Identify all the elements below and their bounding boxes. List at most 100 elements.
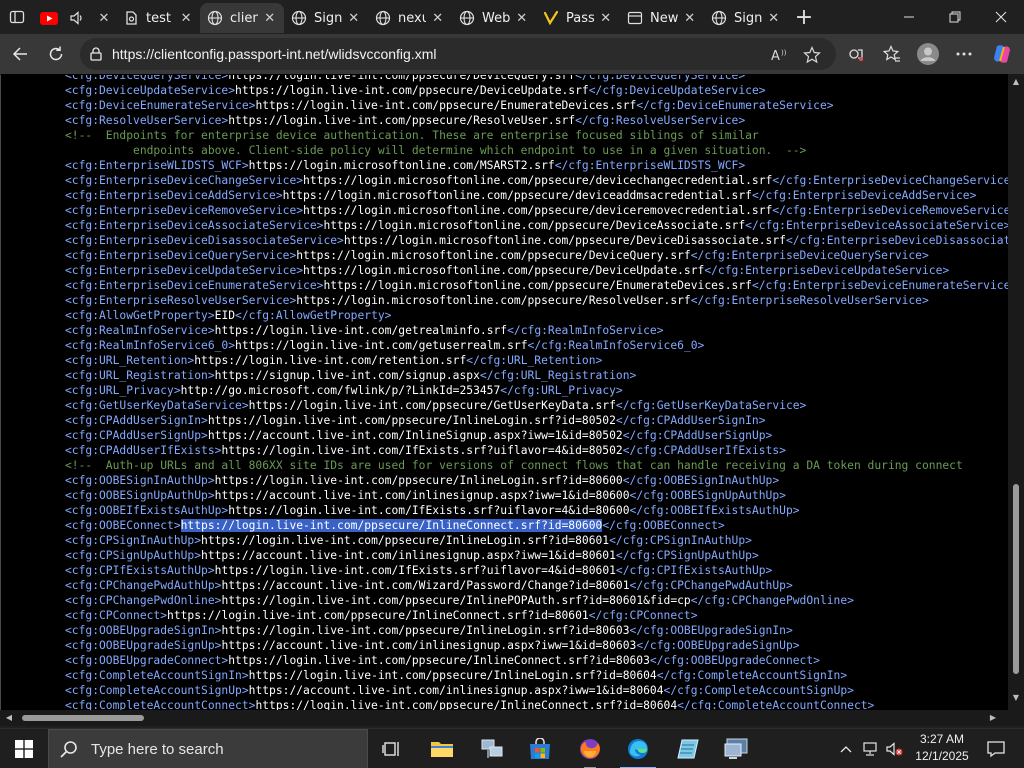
xml-line[interactable]: <cfg:EnterpriseDeviceEnumerateService>ht… — [65, 278, 1024, 293]
xml-line[interactable]: <cfg:URL_Retention>https://login.live-in… — [65, 353, 1024, 368]
file-explorer-icon[interactable] — [418, 729, 466, 768]
xml-line[interactable]: <cfg:EnterpriseDeviceChangeService>https… — [65, 173, 1024, 188]
tab-test[interactable]: test ✕ — [116, 3, 200, 33]
close-window-button[interactable] — [978, 0, 1024, 34]
edge-icon[interactable] — [614, 729, 662, 768]
xml-line[interactable]: <cfg:EnterpriseDeviceAddService>https://… — [65, 188, 1024, 203]
tab-close-icon[interactable]: ✕ — [766, 9, 783, 27]
favorites-icon[interactable] — [876, 38, 908, 70]
scroll-right-icon[interactable]: ▶ — [988, 713, 998, 723]
xml-line[interactable]: <cfg:OOBESignInAuthUp>https://login.live… — [65, 473, 1024, 488]
taskbar-search-box[interactable]: Type here to search — [48, 729, 368, 768]
tab-close-icon[interactable]: ✕ — [682, 9, 699, 27]
tab-web[interactable]: Web ✕ — [452, 3, 536, 33]
xml-line[interactable]: <cfg:URL_Registration>https://signup.liv… — [65, 368, 1024, 383]
tab-passport[interactable]: Passp ✕ — [536, 3, 620, 33]
notification-center-icon[interactable] — [976, 729, 1016, 768]
firefox-icon[interactable] — [566, 729, 614, 768]
tab-close-icon[interactable]: ✕ — [430, 9, 447, 27]
xml-line[interactable]: <cfg:CPAddUserSignIn>https://login.live-… — [65, 413, 1024, 428]
profile-avatar-icon[interactable] — [912, 38, 944, 70]
xml-line[interactable]: <cfg:OOBEConnect>https://login.live-int.… — [65, 518, 1024, 533]
xml-line[interactable]: <cfg:EnterpriseDeviceRemoveService>https… — [65, 203, 1024, 218]
horizontal-scroll-thumb[interactable] — [22, 715, 144, 721]
xml-line[interactable]: <cfg:RealmInfoService6_0>https://login.l… — [65, 338, 1024, 353]
store-icon[interactable] — [516, 729, 564, 768]
tab-youtube[interactable]: ✕ — [34, 3, 116, 33]
xml-line[interactable]: <cfg:OOBEUpgradeSignIn>https://login.liv… — [65, 623, 1024, 638]
xml-line[interactable]: <cfg:EnterpriseDeviceQueryService>https:… — [65, 248, 1024, 263]
tab-close-icon[interactable]: ✕ — [178, 9, 194, 27]
speaker-muted-icon[interactable] — [68, 9, 86, 27]
minimize-button[interactable] — [886, 0, 932, 34]
tab-sign-2[interactable]: Sign ✕ — [704, 3, 788, 33]
scroll-up-icon[interactable]: ▲ — [1011, 77, 1021, 87]
scroll-down-icon[interactable]: ▼ — [1011, 693, 1021, 703]
tab-clientconfig[interactable]: clien ✕ — [200, 3, 284, 33]
xml-line[interactable]: <cfg:CPAddUserSignUp>https://account.liv… — [65, 428, 1024, 443]
system-clock[interactable]: 3:27 AM 12/1/2025 — [900, 731, 984, 765]
xml-line[interactable]: <cfg:CPAddUserIfExists>https://login.liv… — [65, 443, 1024, 458]
xml-line[interactable]: <cfg:OOBEUpgradeSignUp>https://account.l… — [65, 638, 1024, 653]
task-view-icon[interactable] — [368, 729, 416, 768]
xml-line[interactable]: <cfg:CPConnect>https://login.live-int.co… — [65, 608, 1024, 623]
xml-line[interactable]: <!-- Auth-up URLs and all 806XX site IDs… — [65, 458, 1024, 473]
refresh-button[interactable] — [38, 36, 74, 72]
tab-nexus[interactable]: nexu ✕ — [368, 3, 452, 33]
xml-line[interactable]: <cfg:EnterpriseWLIDSTS_WCF>https://login… — [65, 158, 1024, 173]
xml-line[interactable]: <cfg:AllowGetProperty>EID</cfg:AllowGetP… — [65, 308, 1024, 323]
xml-line[interactable]: <cfg:CPChangePwdOnline>https://login.liv… — [65, 593, 1024, 608]
address-url[interactable]: https://clientconfig.passport-int.net/wl… — [112, 46, 436, 62]
site-info-icon[interactable] — [80, 46, 112, 62]
xml-line[interactable]: <cfg:CPChangePwdAuthUp>https://account.l… — [65, 578, 1024, 593]
xml-line[interactable]: <cfg:CPIfExistsAuthUp>https://login.live… — [65, 563, 1024, 578]
scroll-left-icon[interactable]: ◀ — [4, 713, 14, 723]
xml-line[interactable]: <cfg:OOBESignUpAuthUp>https://account.li… — [65, 488, 1024, 503]
show-hidden-icons-icon[interactable] — [834, 729, 858, 768]
tab-sign-1[interactable]: Sign ✕ — [284, 3, 368, 33]
xml-line[interactable]: <cfg:CompleteAccountConnect>https://logi… — [65, 698, 1024, 710]
xml-line[interactable]: <cfg:DeviceEnumerateService>https://logi… — [65, 98, 1024, 113]
xml-line[interactable]: <cfg:CPSignInAuthUp>https://login.live-i… — [65, 533, 1024, 548]
back-button[interactable] — [2, 36, 38, 72]
favorite-star-icon[interactable] — [802, 45, 822, 65]
vertical-scrollbar[interactable]: ▲ ▼ — [1008, 74, 1024, 710]
xml-line[interactable]: <cfg:DeviceUpdateService>https://login.l… — [65, 83, 1024, 98]
xml-line[interactable]: <cfg:CPSignUpAuthUp>https://account.live… — [65, 548, 1024, 563]
xml-line[interactable]: <cfg:GetUserKeyDataService>https://login… — [65, 398, 1024, 413]
horizontal-scrollbar[interactable]: ◀ ▶ — [0, 710, 1008, 726]
address-bar[interactable]: https://clientconfig.passport-int.net/wl… — [80, 38, 836, 70]
xml-line[interactable]: <cfg:CompleteAccountSignUp>https://accou… — [65, 683, 1024, 698]
restore-button[interactable] — [932, 0, 978, 34]
new-tab-button[interactable]: + — [788, 1, 820, 33]
read-aloud-icon[interactable]: A)) — [770, 45, 790, 65]
xml-line[interactable]: <cfg:OOBEIfExistsAuthUp>https://login.li… — [65, 503, 1024, 518]
extensions-icon[interactable] — [840, 38, 872, 70]
tab-actions-icon[interactable] — [0, 0, 34, 34]
tab-close-icon[interactable]: ✕ — [346, 9, 363, 27]
start-button[interactable] — [0, 729, 48, 768]
tab-close-icon[interactable]: ✕ — [262, 9, 279, 27]
vertical-scroll-thumb[interactable] — [1013, 484, 1019, 674]
network-icon[interactable] — [468, 729, 516, 768]
xml-line[interactable]: <cfg:EnterpriseDeviceDisassociateService… — [65, 233, 1024, 248]
notepad-icon[interactable] — [664, 729, 712, 768]
tab-close-icon[interactable]: ✕ — [514, 9, 531, 27]
tab-close-icon[interactable]: ✕ — [598, 9, 615, 27]
tab-close-icon[interactable]: ✕ — [98, 9, 110, 27]
xml-line[interactable]: <cfg:CompleteAccountSignIn>https://login… — [65, 668, 1024, 683]
xml-line[interactable]: <cfg:ResolveUserService>https://login.li… — [65, 113, 1024, 128]
settings-more-icon[interactable] — [948, 38, 980, 70]
xml-line[interactable]: <cfg:OOBEUpgradeConnect>https://login.li… — [65, 653, 1024, 668]
xml-source-view[interactable]: <cfg:DeviceQueryService>https://login.li… — [65, 75, 1024, 710]
page-content[interactable]: <cfg:DeviceQueryService>https://login.li… — [0, 74, 1024, 710]
xml-line[interactable]: <cfg:EnterpriseDeviceAssociateService>ht… — [65, 218, 1024, 233]
xml-line[interactable]: <cfg:EnterpriseDeviceUpdateService>https… — [65, 263, 1024, 278]
xml-line[interactable]: <cfg:EnterpriseResolveUserService>https:… — [65, 293, 1024, 308]
tab-new[interactable]: New ✕ — [620, 3, 704, 33]
network-status-icon[interactable] — [858, 729, 882, 768]
xml-line[interactable]: <cfg:DeviceQueryService>https://login.li… — [65, 75, 1024, 83]
copilot-icon[interactable] — [986, 38, 1018, 70]
xml-line[interactable]: <!-- Endpoints for enterprise device aut… — [65, 128, 1024, 143]
remote-desktop-icon[interactable] — [712, 729, 760, 768]
